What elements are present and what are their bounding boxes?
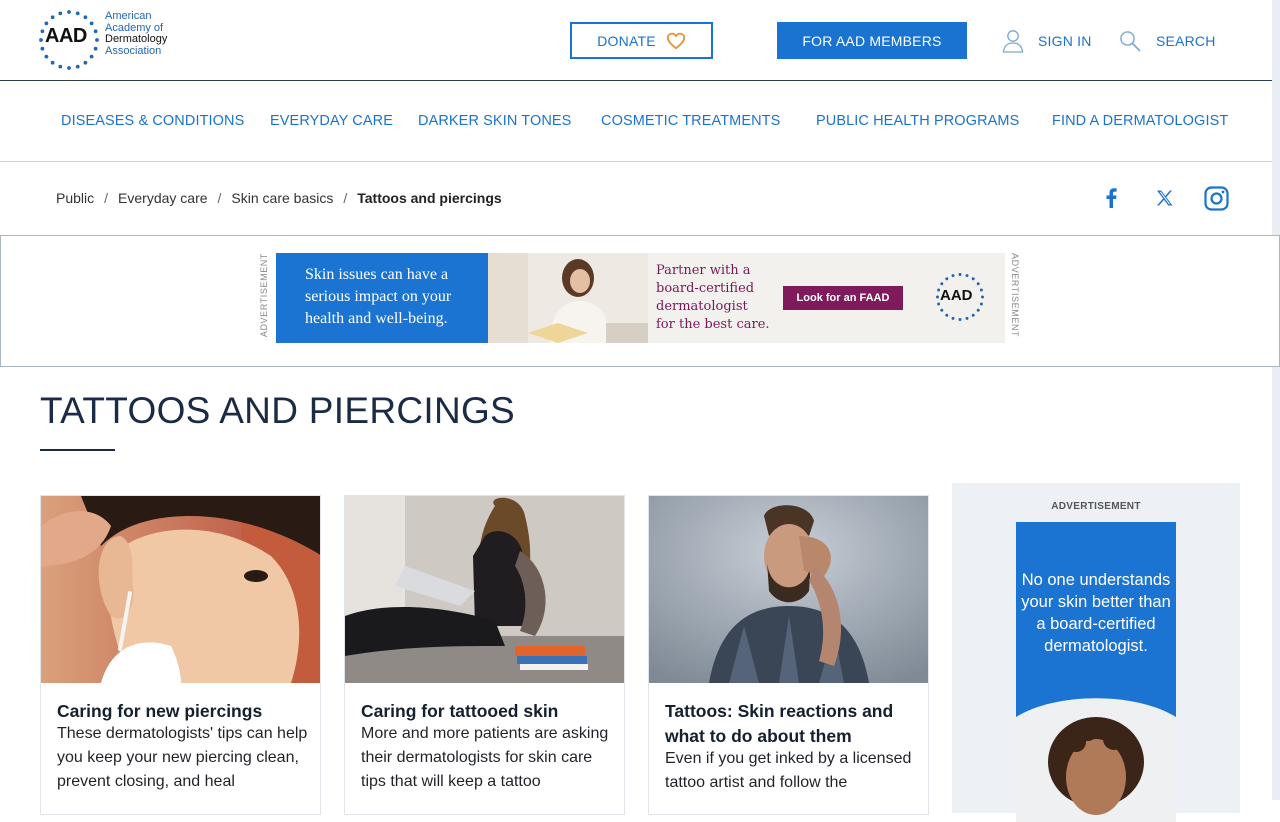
ad-label-left: ADVERTISEMENT — [259, 253, 269, 338]
sidebar-advertisement: ADVERTISEMENT No one understands your sk… — [952, 483, 1240, 822]
ad-banner[interactable]: Skin issues can have a serious impact on… — [276, 253, 1005, 343]
nav-diseases-conditions[interactable]: DISEASES & CONDITIONS — [61, 113, 244, 129]
sidebar-ad-woman-image — [1016, 698, 1176, 822]
logo-line-4: Association — [105, 44, 162, 57]
breadcrumb-current: Tattoos and piercings — [357, 190, 502, 206]
nav-public-health-programs[interactable]: PUBLIC HEALTH PROGRAMS — [816, 113, 1019, 129]
donate-label: DONATE — [597, 32, 656, 49]
logo-line-3: Dermatology — [105, 33, 168, 45]
nav-find-a-dermatologist[interactable]: FIND A DERMATOLOGIST — [1052, 113, 1228, 129]
card-title[interactable]: Caring for new piercings — [57, 699, 311, 724]
heart-icon — [666, 32, 685, 49]
aad-logo[interactable]: AAD American Academy of Dermatology Asso… — [38, 9, 188, 71]
ad-label-right: ADVERTISEMENT — [1010, 253, 1020, 338]
card-description: More and more patients are asking their … — [361, 725, 609, 790]
ad-aad-logo: AAD — [935, 272, 985, 322]
user-icon — [1002, 30, 1024, 53]
ad-partner-text: Partner with a board-certified dermatolo… — [656, 262, 770, 334]
nav-darker-skin-tones[interactable]: DARKER SKIN TONES — [418, 113, 571, 129]
article-card-tattoo-reactions[interactable]: Tattoos: Skin reactions and what to do a… — [648, 495, 929, 815]
ad-partner-line-3: dermatologist — [656, 299, 748, 314]
card-title[interactable]: Tattoos: Skin reactions and what to do a… — [665, 699, 919, 749]
for-aad-members-button[interactable]: FOR AAD MEMBERS — [777, 22, 967, 59]
breadcrumb-separator: / — [104, 190, 109, 206]
search-label: SEARCH — [1156, 33, 1216, 49]
top-advertisement: ADVERTISEMENT ADVERTISEMENT Skin issues … — [0, 235, 1280, 367]
card-description: These dermatologists' tips can help you … — [57, 725, 308, 790]
sidebar-ad-text: No one understands your skin better than… — [1021, 571, 1171, 655]
sidebar-ad-banner[interactable]: No one understands your skin better than… — [1016, 522, 1176, 822]
facebook-link[interactable] — [1098, 185, 1124, 211]
facebook-icon — [1106, 188, 1117, 208]
ad-blue-panel: Skin issues can have a serious impact on… — [276, 253, 491, 343]
breadcrumb-separator: / — [217, 190, 222, 206]
search-icon — [1120, 30, 1141, 52]
breadcrumb-skin-care-basics[interactable]: Skin care basics — [231, 190, 333, 206]
article-card-tattooed-skin[interactable]: Caring for tattooed skin More and more p… — [344, 495, 625, 815]
ad-blue-line-2: serious impact on your — [305, 288, 452, 305]
man-holding-face-image — [649, 496, 928, 683]
search-link[interactable]: SEARCH — [1119, 27, 1216, 55]
logo-line-1: American — [105, 10, 152, 22]
main-navigation: DISEASES & CONDITIONS EVERYDAY CARE DARK… — [0, 81, 1272, 162]
ad-partner-line-2: board-certified — [656, 281, 755, 296]
instagram-icon — [1203, 185, 1229, 211]
instagram-link[interactable] — [1203, 185, 1229, 211]
nav-cosmetic-treatments[interactable]: COSMETIC TREATMENTS — [601, 113, 780, 129]
donate-button[interactable]: DONATE — [570, 22, 713, 59]
ad-blue-line-1: Skin issues can have a — [305, 266, 449, 283]
ad-logo-abbr: AAD — [940, 287, 973, 304]
girl-ear-piercing-image — [41, 496, 320, 683]
logo-abbr: AAD — [45, 25, 87, 47]
card-title[interactable]: Caring for tattooed skin — [361, 699, 615, 724]
ad-partner-line-4: for the best care. — [656, 317, 770, 332]
logo-wordmark: American Academy of Dermatology Associat… — [105, 10, 168, 57]
breadcrumb-separator: / — [343, 190, 348, 206]
x-icon — [1156, 190, 1172, 206]
sign-in-label: SIGN IN — [1038, 33, 1092, 49]
sign-in-link[interactable]: SIGN IN — [1002, 27, 1092, 55]
ad-blue-line-3: health and well-being. — [305, 310, 448, 327]
sidebar-ad-label: ADVERTISEMENT — [1051, 501, 1141, 512]
ad-woman-reading-image — [488, 253, 648, 343]
x-link[interactable] — [1151, 185, 1177, 211]
card-description: Even if you get inked by a licensed tatt… — [665, 750, 912, 791]
site-header: AAD American Academy of Dermatology Asso… — [0, 0, 1272, 81]
nav-everyday-care[interactable]: EVERYDAY CARE — [270, 113, 393, 129]
ad-partner-line-1: Partner with a — [656, 263, 751, 278]
page-title: TATTOOS AND PIERCINGS — [40, 390, 516, 431]
breadcrumb-public[interactable]: Public — [56, 190, 94, 206]
ad-cta-button[interactable]: Look for an FAAD — [783, 286, 903, 310]
tattooed-woman-laptop-image — [345, 496, 624, 683]
breadcrumb: Public / Everyday care / Skin care basic… — [56, 190, 502, 206]
title-underline — [40, 449, 115, 451]
breadcrumb-everyday-care[interactable]: Everyday care — [118, 190, 207, 206]
article-card-new-piercings[interactable]: Caring for new piercings These dermatolo… — [40, 495, 321, 815]
scrollbar-track[interactable] — [1272, 0, 1280, 800]
